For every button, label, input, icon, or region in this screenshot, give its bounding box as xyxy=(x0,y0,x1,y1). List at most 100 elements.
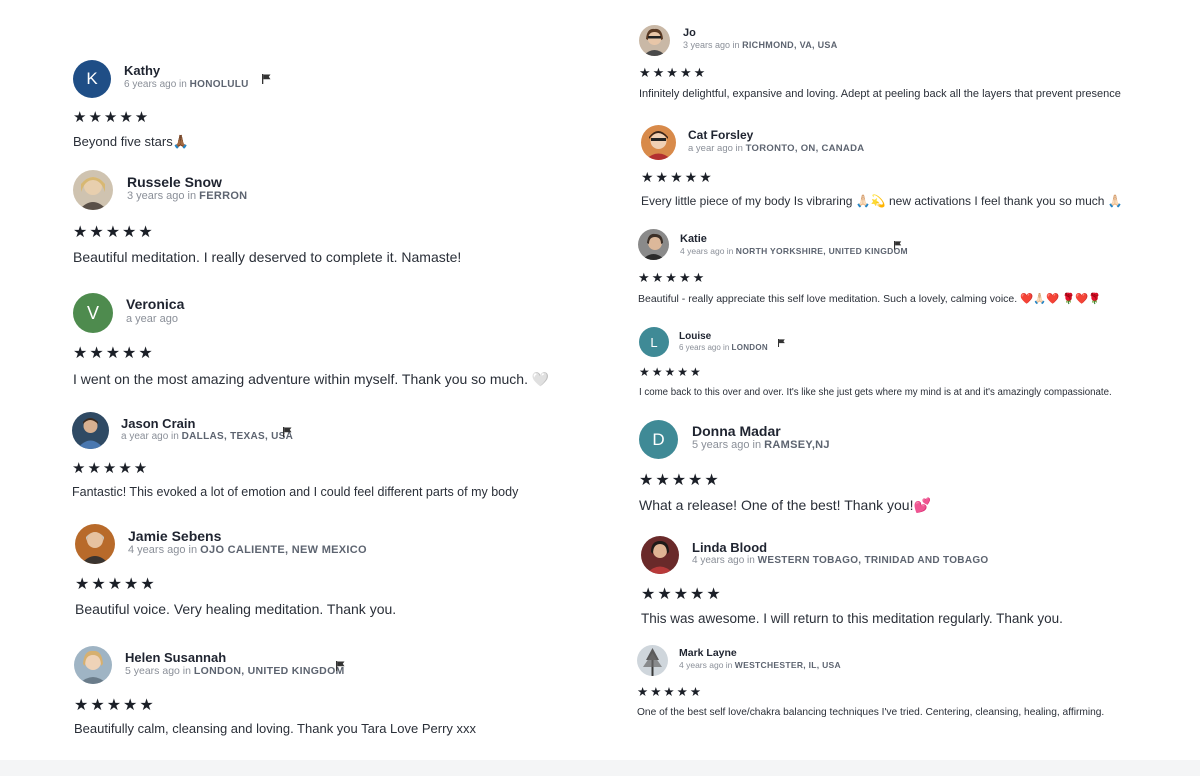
avatar: K xyxy=(73,60,111,98)
review-meta: a year ago in TORONTO, ON, CANADA xyxy=(688,143,864,154)
star-rating: ★★★★★ xyxy=(74,697,156,714)
avatar: V xyxy=(73,293,113,333)
avatar xyxy=(74,646,112,684)
review-time: 4 years ago xyxy=(128,544,186,556)
star-rating: ★★★★★ xyxy=(639,365,703,379)
review-time: 3 years ago xyxy=(683,40,731,50)
star-rating: ★★★★★ xyxy=(75,576,157,593)
review-location: WESTCHESTER, IL, USA xyxy=(734,660,841,670)
review-meta: 5 years ago in RAMSEY,NJ xyxy=(692,439,830,451)
review-meta: a year ago xyxy=(126,313,178,325)
review-time: 4 years ago xyxy=(679,660,724,670)
star-rating: ★★★★★ xyxy=(73,345,155,362)
reviewer-name: Mark Layne xyxy=(679,647,737,659)
review-text: One of the best self love/chakra balanci… xyxy=(637,707,1105,718)
reviewer-name: Russele Snow xyxy=(127,174,222,190)
review-text: Beautiful - really appreciate this self … xyxy=(638,293,1102,305)
review-meta: 4 years ago in WESTERN TOBAGO, TRINIDAD … xyxy=(692,555,989,566)
star-rating: ★★★★★ xyxy=(641,169,714,185)
review-time: a year ago xyxy=(688,143,733,154)
review-in: in xyxy=(747,555,755,566)
reviewer-name: Louise xyxy=(679,331,712,342)
review-meta: 3 years ago in FERRON xyxy=(127,190,247,202)
review-meta: a year ago in DALLAS, TEXAS, USA xyxy=(121,431,293,442)
star-rating: ★★★★★ xyxy=(638,270,707,285)
review-text: Infinitely delightful, expansive and lov… xyxy=(639,88,1121,100)
review-text: Beautiful meditation. I really deserved … xyxy=(73,249,462,265)
review-in: in xyxy=(182,665,191,677)
avatar xyxy=(638,229,669,260)
review-text: Beyond five stars🙏🏾 xyxy=(73,134,189,149)
star-rating: ★★★★★ xyxy=(641,586,723,603)
review-in: in xyxy=(179,79,187,90)
review-in: in xyxy=(725,660,733,670)
review-location: RICHMOND, VA, USA xyxy=(742,40,838,50)
review-meta: 3 years ago in RICHMOND, VA, USA xyxy=(683,40,838,50)
review-meta: 5 years ago in LONDON, UNITED KINGDOM xyxy=(125,665,345,677)
report-flag-icon[interactable] xyxy=(283,427,292,437)
star-rating: ★★★★★ xyxy=(73,109,151,126)
review-in: in xyxy=(726,246,734,256)
review-text: Fantastic! This evoked a lot of emotion … xyxy=(72,485,519,499)
avatar xyxy=(641,125,676,160)
review-time: 6 years ago xyxy=(679,343,721,352)
reviewer-name: Linda Blood xyxy=(692,540,768,555)
review-meta: 4 years ago in WESTCHESTER, IL, USA xyxy=(679,660,841,670)
star-rating: ★★★★★ xyxy=(637,685,704,699)
review-text: This was awesome. I will return to this … xyxy=(641,611,1063,626)
review-in: in xyxy=(732,40,740,50)
star-rating: ★★★★★ xyxy=(73,224,155,241)
avatar xyxy=(75,524,115,564)
review-time: 6 years ago xyxy=(124,79,177,90)
report-flag-icon[interactable] xyxy=(336,661,345,671)
review-in: in xyxy=(735,143,743,154)
review-in: in xyxy=(752,439,762,451)
page-bottom-strip xyxy=(0,760,1200,776)
review-time: 4 years ago xyxy=(680,246,725,256)
review-location: DALLAS, TEXAS, USA xyxy=(181,431,294,442)
reviewer-name: Jason Crain xyxy=(121,416,196,431)
reviewer-name: Kathy xyxy=(124,63,161,78)
review-time: 5 years ago xyxy=(692,439,750,451)
review-in: in xyxy=(187,190,197,202)
avatar xyxy=(73,170,113,210)
review-text: I come back to this over and over. It's … xyxy=(639,387,1112,398)
review-meta: 6 years ago in HONOLULU xyxy=(124,79,249,90)
review-location: RAMSEY,NJ xyxy=(764,439,830,451)
report-flag-icon[interactable] xyxy=(778,339,785,347)
review-location: WESTERN TOBAGO, TRINIDAD AND TOBAGO xyxy=(757,555,989,566)
review-time: 4 years ago xyxy=(692,555,745,566)
reviewer-name: Jo xyxy=(683,27,696,39)
review-time: 3 years ago xyxy=(127,190,185,202)
star-rating: ★★★★★ xyxy=(72,460,150,477)
review-location: FERRON xyxy=(199,190,248,202)
review-location: HONOLULU xyxy=(189,79,249,90)
review-text: I went on the most amazing adventure wit… xyxy=(73,371,550,387)
review-in: in xyxy=(171,431,179,442)
avatar xyxy=(637,645,668,676)
review-time: a year ago xyxy=(126,313,178,325)
review-in: in xyxy=(723,343,730,352)
star-rating: ★★★★★ xyxy=(639,65,708,80)
reviewer-name: Cat Forsley xyxy=(688,128,754,142)
review-meta: 4 years ago in NORTH YORKSHIRE, UNITED K… xyxy=(680,246,908,256)
review-text: Beautiful voice. Very healing meditation… xyxy=(75,601,397,617)
review-text: What a release! One of the best! Thank y… xyxy=(639,497,931,513)
reviewer-name: Jamie Sebens xyxy=(128,528,222,544)
reviewer-name: Helen Susannah xyxy=(125,650,227,665)
avatar xyxy=(641,536,679,574)
review-time: 5 years ago xyxy=(125,665,180,677)
reviewer-name: Veronica xyxy=(126,296,185,312)
reviewer-name: Katie xyxy=(680,233,707,245)
review-meta: 6 years ago in LONDON xyxy=(679,343,768,352)
review-text: Beautifully calm, cleansing and loving. … xyxy=(74,721,477,736)
avatar xyxy=(639,25,670,56)
report-flag-icon[interactable] xyxy=(262,74,271,84)
report-flag-icon[interactable] xyxy=(894,241,902,250)
review-time: a year ago xyxy=(121,431,169,442)
review-location: OJO CALIENTE, NEW MEXICO xyxy=(200,544,367,556)
review-location: LONDON xyxy=(731,343,768,352)
review-location: NORTH YORKSHIRE, UNITED KINGDOM xyxy=(735,246,908,256)
avatar: D xyxy=(639,420,678,459)
avatar: L xyxy=(639,327,669,357)
